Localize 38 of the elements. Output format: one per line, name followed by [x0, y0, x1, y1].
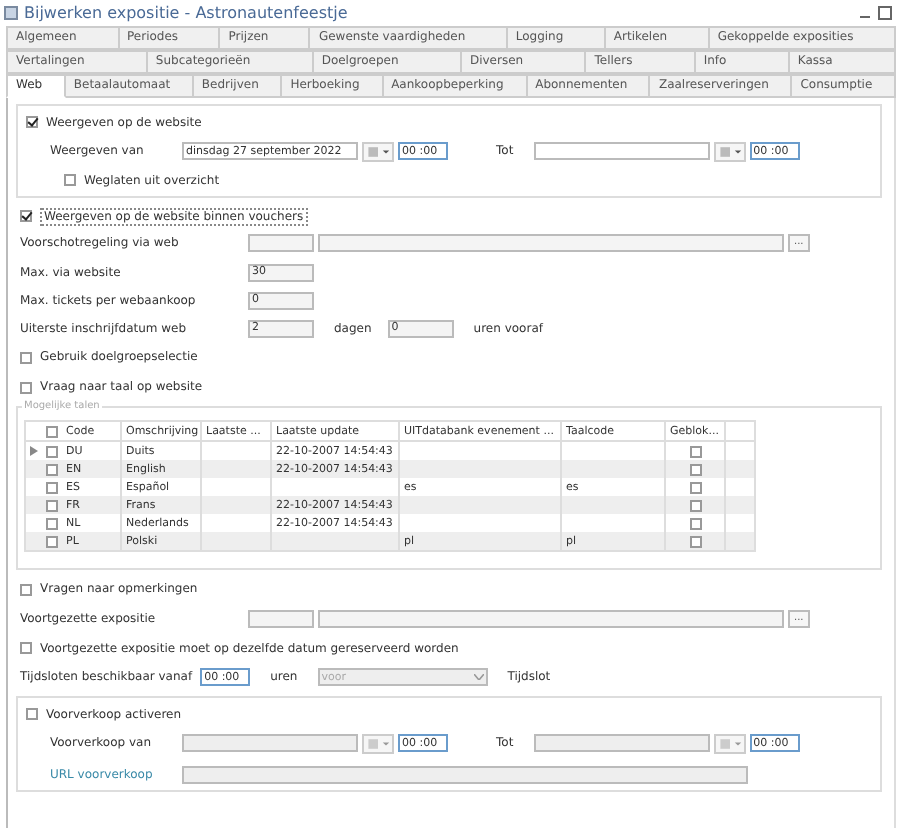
calendar-dropdown-icon[interactable] — [713, 733, 746, 753]
checkbox[interactable] — [64, 174, 76, 186]
url-field[interactable] — [182, 766, 748, 784]
window-title: Bijwerken expositie - Astronautenfeestje — [24, 3, 348, 21]
checkbox[interactable] — [20, 381, 32, 393]
name-field[interactable] — [318, 234, 784, 252]
calendar-dropdown-icon[interactable] — [713, 141, 746, 161]
calendar-dropdown-icon[interactable] — [362, 141, 394, 161]
current-row-icon — [30, 446, 38, 456]
chevron-down-icon — [473, 674, 484, 680]
code-field[interactable] — [248, 234, 314, 252]
checkbox[interactable] — [46, 481, 58, 493]
checkbox[interactable] — [689, 481, 701, 493]
name-field[interactable] — [318, 610, 784, 628]
checkbox[interactable] — [46, 517, 58, 529]
maximize-icon[interactable] — [878, 5, 892, 19]
date-field[interactable] — [533, 142, 710, 160]
checkbox[interactable] — [46, 499, 58, 511]
checkbox[interactable] — [26, 708, 38, 720]
checkbox[interactable] — [689, 445, 701, 457]
checkbox[interactable] — [46, 445, 58, 457]
date-field[interactable] — [182, 734, 358, 752]
checkbox[interactable] — [689, 463, 701, 475]
checkbox[interactable] — [20, 351, 32, 363]
checkbox[interactable] — [46, 535, 58, 547]
date-field[interactable] — [533, 734, 710, 752]
checkbox[interactable] — [689, 499, 701, 511]
checkbox[interactable] — [46, 463, 58, 475]
checkbox[interactable] — [20, 583, 32, 595]
calendar-dropdown-icon[interactable] — [362, 733, 394, 753]
checkbox[interactable] — [26, 116, 38, 128]
window-icon — [4, 5, 18, 19]
code-field[interactable] — [248, 610, 314, 628]
checkbox[interactable] — [20, 642, 32, 654]
checkbox[interactable] — [20, 210, 32, 222]
checkbox[interactable] — [689, 517, 701, 529]
checkbox[interactable] — [46, 425, 58, 437]
checkbox[interactable] — [689, 535, 701, 547]
